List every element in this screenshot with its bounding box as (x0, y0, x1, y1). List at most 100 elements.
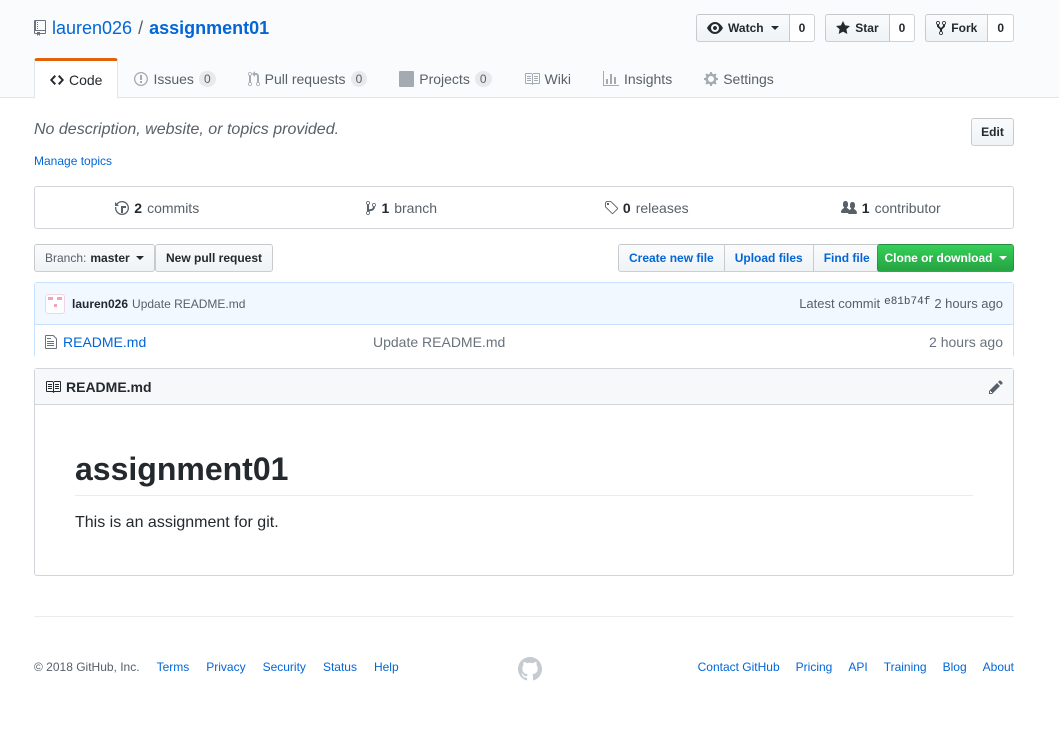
tab-issues-label: Issues (153, 71, 194, 87)
code-icon (50, 72, 64, 88)
tab-projects-label: Projects (419, 71, 470, 87)
releases-label: releases (635, 199, 689, 216)
watch-group: Watch 0 (696, 14, 816, 42)
tab-issues[interactable]: Issues 0 (118, 58, 231, 98)
tab-settings[interactable]: Settings (688, 58, 790, 98)
readme-box: README.md assignment01 This is an assign… (34, 368, 1014, 576)
readme-header: README.md (35, 369, 1013, 405)
book-icon (524, 71, 540, 87)
edit-description-button[interactable]: Edit (971, 118, 1014, 146)
footer-link-pricing[interactable]: Pricing (796, 660, 833, 674)
tab-wiki-label: Wiki (544, 71, 571, 87)
book-icon (45, 379, 61, 395)
graph-icon (602, 71, 619, 87)
gear-icon (704, 71, 719, 87)
chevron-down-icon (770, 26, 779, 30)
footer-link-status[interactable]: Status (323, 660, 357, 674)
fork-group: Fork 0 (925, 14, 1014, 42)
readme-paragraph: This is an assignment for git. (75, 514, 279, 531)
repo-owner-link[interactable]: lauren026 (52, 18, 132, 39)
tab-pull-requests-label: Pull requests (264, 71, 346, 87)
watch-count[interactable]: 0 (789, 14, 816, 42)
contributors-count: 1 (861, 199, 870, 216)
footer-link-api[interactable]: API (848, 660, 867, 674)
footer-right: Contact GitHub Pricing API Training Blog… (698, 660, 1014, 674)
repo-nav-tabs: Code Issues 0 Pull requests 0 Projects 0… (34, 58, 790, 99)
footer-link-privacy[interactable]: Privacy (206, 660, 245, 674)
tab-pull-requests-counter: 0 (350, 71, 368, 87)
pencil-icon[interactable] (989, 379, 1003, 395)
star-label: Star (855, 21, 879, 35)
pull-request-icon (247, 71, 260, 87)
tab-insights[interactable]: Insights (587, 58, 688, 98)
create-new-file-button[interactable]: Create new file (618, 244, 725, 272)
branch-icon (366, 200, 377, 216)
footer-link-contact[interactable]: Contact GitHub (698, 660, 780, 674)
table-row: README.md Update README.md 2 hours ago (35, 325, 1013, 358)
tab-code[interactable]: Code (34, 58, 119, 99)
manage-topics-link[interactable]: Manage topics (34, 154, 112, 168)
tab-projects[interactable]: Projects 0 (383, 58, 507, 98)
repo-header: lauren026 / assignment01 Watch 0 Star 0 … (0, 0, 1059, 99)
file-listing: lauren026 Update README.md Latest commit… (34, 282, 1014, 358)
commits-count: 2 (134, 199, 143, 216)
commit-tease: lauren026 Update README.md Latest commit… (35, 283, 1013, 325)
footer-link-training[interactable]: Training (884, 660, 927, 674)
contributors-stat[interactable]: 1 contributor (769, 187, 1014, 228)
star-icon (836, 20, 851, 36)
commits-label: commits (147, 199, 200, 216)
branches-stat[interactable]: 1 branch (280, 187, 525, 228)
tab-insights-label: Insights (623, 71, 673, 87)
eye-icon (707, 20, 724, 36)
repo-icon (34, 20, 46, 36)
latest-commit-meta: Latest commit e81b74f 2 hours ago (799, 296, 1003, 311)
tab-issues-counter: 0 (198, 71, 216, 87)
footer-link-help[interactable]: Help (374, 660, 399, 674)
branch-count: 1 (381, 199, 390, 216)
footer-link-about[interactable]: About (983, 660, 1014, 674)
readme-heading: assignment01 (75, 449, 973, 496)
footer-link-terms[interactable]: Terms (157, 660, 190, 674)
fork-label: Fork (951, 21, 978, 35)
file-name-link[interactable]: README.md (63, 334, 373, 350)
file-age: 2 hours ago (929, 333, 1003, 350)
footer-left: © 2018 GitHub, Inc. Terms Privacy Securi… (34, 660, 399, 674)
file-commit-message-link[interactable]: Update README.md (373, 334, 505, 350)
latest-commit-label: Latest commit (799, 296, 881, 311)
file-icon (45, 334, 57, 350)
footer: © 2018 GitHub, Inc. Terms Privacy Securi… (34, 616, 1014, 681)
contributors-label: contributor (874, 199, 941, 216)
commits-stat[interactable]: 2 commits (35, 187, 280, 228)
repo-actions: Watch 0 Star 0 Fork 0 (696, 14, 1014, 42)
commit-author-link[interactable]: lauren026 (72, 297, 128, 311)
branch-select-value: master (90, 251, 130, 265)
readme-filename: README.md (66, 378, 152, 395)
repo-path-separator: / (138, 17, 144, 38)
fork-button[interactable]: Fork (925, 14, 989, 42)
clone-label: Clone or download (884, 251, 993, 265)
fork-count[interactable]: 0 (988, 14, 1014, 42)
readme-body: assignment01 This is an assignment for g… (35, 449, 1013, 532)
find-file-button[interactable]: Find file (812, 244, 881, 272)
footer-link-blog[interactable]: Blog (943, 660, 967, 674)
clone-or-download-button[interactable]: Clone or download (877, 244, 1014, 272)
project-icon (399, 71, 415, 87)
repo-name-link[interactable]: assignment01 (149, 18, 269, 39)
footer-link-security[interactable]: Security (263, 660, 306, 674)
people-icon (840, 200, 857, 216)
avatar[interactable] (45, 293, 65, 314)
tab-pull-requests[interactable]: Pull requests 0 (232, 58, 384, 98)
tab-wiki[interactable]: Wiki (508, 58, 587, 98)
star-count[interactable]: 0 (889, 14, 916, 42)
chevron-down-icon (998, 256, 1007, 260)
watch-button[interactable]: Watch (696, 14, 790, 42)
branch-select-button[interactable]: Branch: master (34, 244, 155, 272)
commit-message-link[interactable]: Update README.md (132, 297, 245, 311)
commit-sha-link[interactable]: e81b74f (884, 296, 930, 311)
star-button[interactable]: Star (825, 14, 890, 42)
upload-files-button[interactable]: Upload files (723, 244, 814, 272)
star-group: Star 0 (825, 14, 916, 42)
new-pull-request-button[interactable]: New pull request (155, 244, 274, 272)
releases-stat[interactable]: 0 releases (524, 187, 769, 228)
github-mark-icon[interactable] (518, 657, 542, 681)
